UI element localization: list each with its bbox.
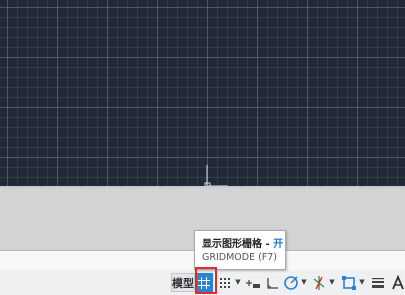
- grid-tooltip: 显示图形栅格 - 开 GRIDMODE (F7): [194, 230, 286, 270]
- tooltip-state: 开: [273, 239, 284, 250]
- annotation-button[interactable]: [390, 273, 405, 292]
- ortho-icon: [267, 277, 278, 289]
- chevron-down-icon: ▼: [359, 278, 365, 286]
- ortho-toggle-button[interactable]: [263, 273, 281, 292]
- grid-button-highlight: [195, 267, 217, 294]
- chevron-down-icon: ▼: [329, 278, 335, 286]
- polar-tracking-button[interactable]: [282, 273, 300, 292]
- isodraft-icon: [313, 275, 325, 290]
- object-snap-icon: [342, 275, 356, 290]
- tooltip-title-text: 显示图形栅格 -: [202, 239, 274, 250]
- object-snap-dropdown[interactable]: ▼: [358, 273, 366, 292]
- object-snap-button[interactable]: [340, 273, 358, 292]
- isodraft-dropdown[interactable]: ▼: [328, 273, 336, 292]
- infer-constraints-icon: [246, 279, 260, 288]
- model-space-label: 模型: [172, 276, 194, 290]
- isodraft-button[interactable]: [310, 273, 328, 292]
- infer-constraints-button[interactable]: [244, 273, 262, 292]
- chevron-down-icon: ▼: [235, 278, 241, 286]
- lineweight-button[interactable]: [369, 273, 387, 292]
- annotation-icon: [391, 274, 404, 289]
- model-space-button[interactable]: 模型: [171, 273, 195, 292]
- drawing-canvas[interactable]: [0, 0, 405, 189]
- lineweight-icon: [372, 277, 384, 288]
- tooltip-title: 显示图形栅格 - 开: [202, 235, 283, 250]
- snap-icon: [220, 277, 230, 288]
- chevron-down-icon: ▼: [301, 278, 307, 286]
- snap-dropdown[interactable]: ▼: [234, 273, 242, 292]
- tooltip-shortcut: GRIDMODE (F7): [202, 252, 278, 263]
- polar-dropdown[interactable]: ▼: [300, 273, 308, 292]
- polar-tracking-icon: [284, 275, 298, 290]
- snap-toggle-button[interactable]: [216, 273, 234, 292]
